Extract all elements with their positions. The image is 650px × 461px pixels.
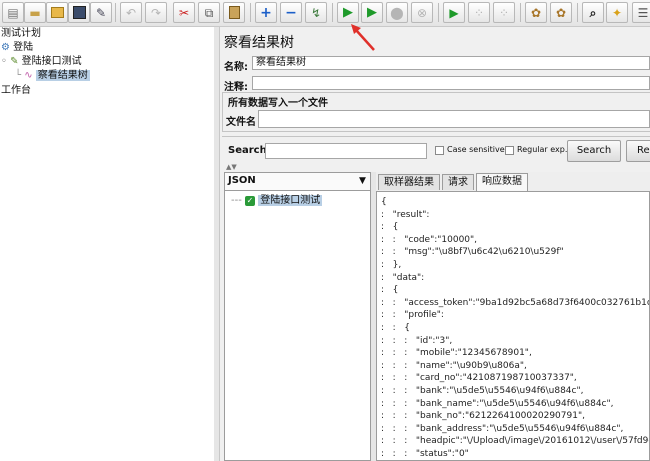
- response-line: : : : "bank_name":"\u5de5\u5546\u94f6\u8…: [381, 398, 614, 409]
- response-line: : "result":: [381, 209, 430, 220]
- sample-result-label: 登陆接口测试: [258, 195, 323, 206]
- response-line: : : "access_token":"9ba1d92bc5a68d73f640…: [381, 297, 650, 308]
- workbench-label: 工作台: [1, 85, 31, 96]
- response-line: : : : "headpic":"\/Upload\/image\/201610…: [381, 436, 649, 447]
- response-line: : : "code":"10000",: [381, 234, 478, 245]
- function-helper-icon[interactable]: ☰: [632, 2, 650, 23]
- response-line: : },: [381, 260, 402, 270]
- clear-icon[interactable]: ✿: [525, 2, 547, 23]
- paste-icon[interactable]: [223, 2, 245, 23]
- remote-start-icon[interactable]: ▶: [443, 2, 465, 23]
- reset-search-icon[interactable]: ✦: [606, 2, 628, 23]
- success-check-icon: ✓: [245, 196, 256, 206]
- reset-button[interactable]: Res: [626, 140, 650, 162]
- remote-stop-icon[interactable]: ⁘: [468, 2, 490, 23]
- tree-connector: ---: [231, 195, 242, 206]
- listener-icon: ∿: [24, 70, 33, 81]
- response-line: : : "profile":: [381, 310, 444, 321]
- collapse-icon[interactable]: −: [280, 2, 302, 23]
- tab-sampler-result[interactable]: 取样器结果: [378, 174, 440, 190]
- regular-exp-label: Regular exp.: [517, 145, 568, 154]
- copy-icon[interactable]: ⧉: [198, 2, 220, 23]
- save-as-icon[interactable]: ✎: [90, 2, 112, 23]
- search-button[interactable]: Search: [567, 140, 621, 162]
- response-line: : : : "card_no":"421087198710037337",: [381, 373, 577, 384]
- toolbar-separator: [250, 3, 251, 22]
- search-input[interactable]: [265, 143, 427, 159]
- test-plan-tree[interactable]: 测试计划 ⚙ 登陆 ◦ ✎ 登陆接口测试 └ ∿ 察看结果树 工作台: [0, 27, 215, 461]
- response-line: : : : "bank_address":"\u5de5\u5546\u94f6…: [381, 423, 624, 434]
- tab-response-data[interactable]: 响应数据: [476, 173, 528, 191]
- case-sensitive-checkbox[interactable]: [435, 146, 444, 155]
- toolbar-separator: [332, 3, 333, 22]
- tree-expand-icon[interactable]: ◦: [1, 56, 7, 67]
- response-line: {: [381, 197, 387, 207]
- sample-result-item[interactable]: --- ✓ 登陆接口测试: [231, 194, 323, 207]
- tree-node-workbench[interactable]: 工作台: [1, 84, 31, 97]
- test-plan-label: 测试计划: [1, 28, 41, 39]
- response-line: : : : "mobile":"12345678901",: [381, 348, 532, 359]
- tab-request[interactable]: 请求: [442, 174, 474, 190]
- search-binoculars-icon[interactable]: ⌕: [582, 2, 604, 23]
- regular-exp-checkbox[interactable]: [505, 146, 514, 155]
- shutdown-icon[interactable]: ⊗: [411, 2, 433, 23]
- results-list-panel: JSON ▼ --- ✓ 登陆接口测试: [224, 172, 371, 461]
- response-line: : "data":: [381, 272, 425, 283]
- response-line: : {: [381, 285, 399, 296]
- toolbar-separator: [115, 3, 116, 22]
- response-data-text[interactable]: {: "result":: {: : "code":"10000",: : "m…: [376, 191, 650, 461]
- name-label: 名称:: [224, 62, 248, 73]
- tree-node-sampler[interactable]: ◦ ✎ 登陆接口测试: [1, 55, 82, 68]
- clear-all-icon[interactable]: ✿: [550, 2, 572, 23]
- thread-group-label: 登陆: [13, 42, 34, 53]
- remote-shutdown-icon[interactable]: ⁘: [493, 2, 515, 23]
- comment-label: 注释:: [224, 82, 248, 93]
- split-pane-divider[interactable]: [214, 27, 220, 461]
- response-line: : : : "status":"0": [381, 449, 469, 459]
- filename-field[interactable]: [258, 110, 650, 128]
- response-line: : : "msg":"\u8bf7\u6c42\u6210\u529f": [381, 247, 564, 258]
- response-line: : : {: [381, 323, 410, 333]
- thread-group-icon: ⚙: [1, 42, 10, 53]
- open-icon[interactable]: [46, 2, 68, 23]
- response-line: : : : "bank_no":"6212264100020290791",: [381, 411, 585, 422]
- response-line: : : : "bank":"\u5de5\u5546\u94f6\u884c",: [381, 386, 584, 396]
- result-tabs-panel: 取样器结果 请求 响应数据 {: "result":: {: : "code":…: [376, 172, 650, 461]
- templates-icon[interactable]: ▬: [24, 2, 46, 23]
- tree-node-test-plan[interactable]: 测试计划: [1, 27, 41, 40]
- new-icon[interactable]: ▤: [2, 2, 24, 23]
- save-icon[interactable]: [68, 2, 90, 23]
- annotation-arrow: [351, 24, 375, 51]
- sampler-icon: ✎: [10, 56, 19, 67]
- renderer-select[interactable]: JSON ▼: [225, 173, 370, 191]
- chevron-down-icon[interactable]: ▼: [356, 174, 369, 188]
- write-results-title: 所有数据写入一个文件: [228, 94, 328, 109]
- toolbar-separator: [577, 3, 578, 22]
- toolbar: ▤ ▬ ✎ ↶ ↷ ✂ ⧉ + − ↯ ▶ ▶ ⬤ ⊗ ▶ ⁘ ⁘ ✿ ✿ ⌕ …: [0, 0, 650, 27]
- toolbar-separator: [438, 3, 439, 22]
- toggle-icon[interactable]: ↯: [305, 2, 327, 23]
- stop-icon[interactable]: ⬤: [386, 2, 408, 23]
- comment-field[interactable]: [252, 76, 650, 90]
- cut-icon[interactable]: ✂: [173, 2, 195, 23]
- toolbar-separator: [520, 3, 521, 22]
- response-line: : : : "id":"3",: [381, 335, 453, 346]
- tree-node-thread-group[interactable]: ⚙ 登陆: [1, 41, 33, 54]
- expand-icon[interactable]: +: [255, 2, 277, 23]
- filename-label: 文件名: [226, 117, 256, 128]
- divider: [222, 136, 650, 137]
- case-sensitive-label: Case sensitive: [447, 145, 505, 154]
- tree-node-listener[interactable]: └ ∿ 察看结果树: [15, 69, 90, 82]
- tree-connector: └: [15, 70, 22, 81]
- redo-icon[interactable]: ↷: [145, 2, 167, 23]
- undo-icon[interactable]: ↶: [120, 2, 142, 23]
- listener-label: 察看结果树: [35, 70, 90, 81]
- split-arrows-icon[interactable]: ▲▼: [226, 163, 237, 171]
- name-field[interactable]: 察看结果树: [252, 56, 650, 70]
- renderer-select-value: JSON: [228, 175, 256, 186]
- page-title: 察看结果树: [224, 35, 294, 51]
- response-line: : : : "name":"\u90b9\u806a",: [381, 360, 527, 371]
- sampler-label: 登陆接口测试: [21, 56, 82, 67]
- response-line: : {: [381, 222, 399, 233]
